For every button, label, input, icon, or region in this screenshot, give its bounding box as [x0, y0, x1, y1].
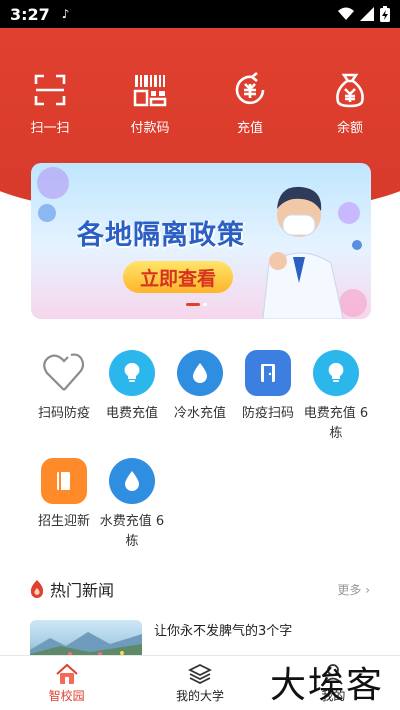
service-water-recharge-building-6[interactable]: 水费充值 6栋: [98, 458, 166, 552]
news-more-label: 更多: [337, 582, 362, 597]
news-more-link[interactable]: 更多 ›: [337, 581, 370, 598]
service-icon-circle: [313, 350, 359, 396]
barcode-icon: [133, 75, 167, 107]
service-cold-water-recharge[interactable]: 冷水充值: [166, 350, 234, 444]
promo-banner[interactable]: 各地隔离政策 立即查看: [31, 163, 371, 319]
chevron-right-icon: ›: [365, 582, 370, 597]
scan-icon: [34, 74, 66, 106]
banner-headline: 各地隔离政策: [77, 220, 245, 251]
tiktok-notification-icon: ♪: [61, 7, 70, 21]
service-icon-circle: [41, 458, 87, 504]
heart-outline-icon: [43, 353, 85, 391]
recharge-icon: [235, 71, 265, 105]
quick-action-balance[interactable]: 余额: [300, 70, 400, 136]
water-drop-icon: [125, 471, 139, 491]
banner-cta-button[interactable]: 立即查看: [123, 261, 233, 293]
service-label: 防疫扫码: [241, 406, 294, 421]
quick-action-pay-code[interactable]: 付款码: [100, 70, 200, 136]
tab-label: 智校园: [48, 688, 85, 703]
quick-action-recharge[interactable]: 充值: [200, 70, 300, 136]
status-bar: 3:27 ♪: [0, 0, 400, 28]
service-electric-recharge[interactable]: 电费充值: [98, 350, 166, 444]
service-epidemic-door-scan[interactable]: 防疫扫码: [234, 350, 302, 444]
service-enrollment[interactable]: 招生迎新: [30, 458, 98, 552]
layers-icon: [187, 663, 212, 684]
lightbulb-icon: [328, 362, 344, 382]
service-label: 电费充值: [105, 406, 158, 421]
news-thumbnail: [30, 620, 142, 658]
service-icon-circle: [41, 350, 87, 396]
water-drop-icon: [193, 363, 207, 383]
service-label: 电费充值 6栋: [303, 406, 369, 441]
service-electric-recharge-building-6[interactable]: 电费充值 6栋: [302, 350, 370, 444]
quick-action-scan[interactable]: 扫一扫: [0, 70, 100, 136]
service-label: 招生迎新: [37, 514, 90, 529]
news-section-title: 热门新闻: [50, 581, 115, 600]
quick-action-label: 余额: [336, 121, 363, 136]
tab-my-university[interactable]: 我的大学: [133, 656, 266, 710]
service-label: 扫码防疫: [37, 406, 90, 421]
quick-actions: 扫一扫 付款码 充值 余额: [0, 70, 400, 136]
status-icons: [338, 6, 390, 22]
service-icon-circle: [177, 350, 223, 396]
home-icon: [55, 663, 78, 684]
lightbulb-icon: [124, 362, 140, 382]
tab-smart-campus[interactable]: 智校园: [0, 656, 133, 710]
quick-action-label: 充值: [236, 121, 263, 136]
service-grid: 扫码防疫 电费充值 冷水充值 防疫扫码 电费充值 6栋 招生迎新 水费充值 6栋: [30, 350, 370, 566]
fire-icon: [30, 580, 44, 598]
banner-pager-dot: [203, 303, 207, 306]
banner-pager-dot-active: [186, 303, 200, 306]
book-icon: [57, 472, 70, 490]
app-screen: 3:27 ♪ 扫一扫 付款码 充值 余额 各地隔离政策 立即查看 扫码防疫 电费…: [0, 0, 400, 710]
service-icon-circle: [109, 458, 155, 504]
wifi-icon: [338, 7, 354, 20]
service-label: 冷水充值: [173, 406, 226, 421]
banner-pager: [186, 303, 207, 306]
quick-action-label: 付款码: [130, 121, 170, 136]
service-epidemic-scan[interactable]: 扫码防疫: [30, 350, 98, 444]
door-icon: [261, 364, 275, 382]
quick-action-label: 扫一扫: [30, 121, 70, 136]
news-list-item[interactable]: 让你永不发脾气的3个字: [30, 618, 370, 658]
battery-icon: [380, 6, 390, 22]
news-section-header: 热门新闻 更多 ›: [30, 578, 370, 600]
service-label: 水费充值 6栋: [99, 514, 165, 549]
tab-label: 我的大学: [175, 688, 224, 703]
money-bag-icon: [336, 73, 364, 108]
service-icon-circle: [109, 350, 155, 396]
service-icon-circle: [245, 350, 291, 396]
status-time: 3:27: [10, 4, 50, 24]
news-headline: 让你永不发脾气的3个字: [154, 624, 293, 639]
watermark-text: 大埃客: [270, 665, 385, 706]
signal-icon: [360, 7, 374, 21]
